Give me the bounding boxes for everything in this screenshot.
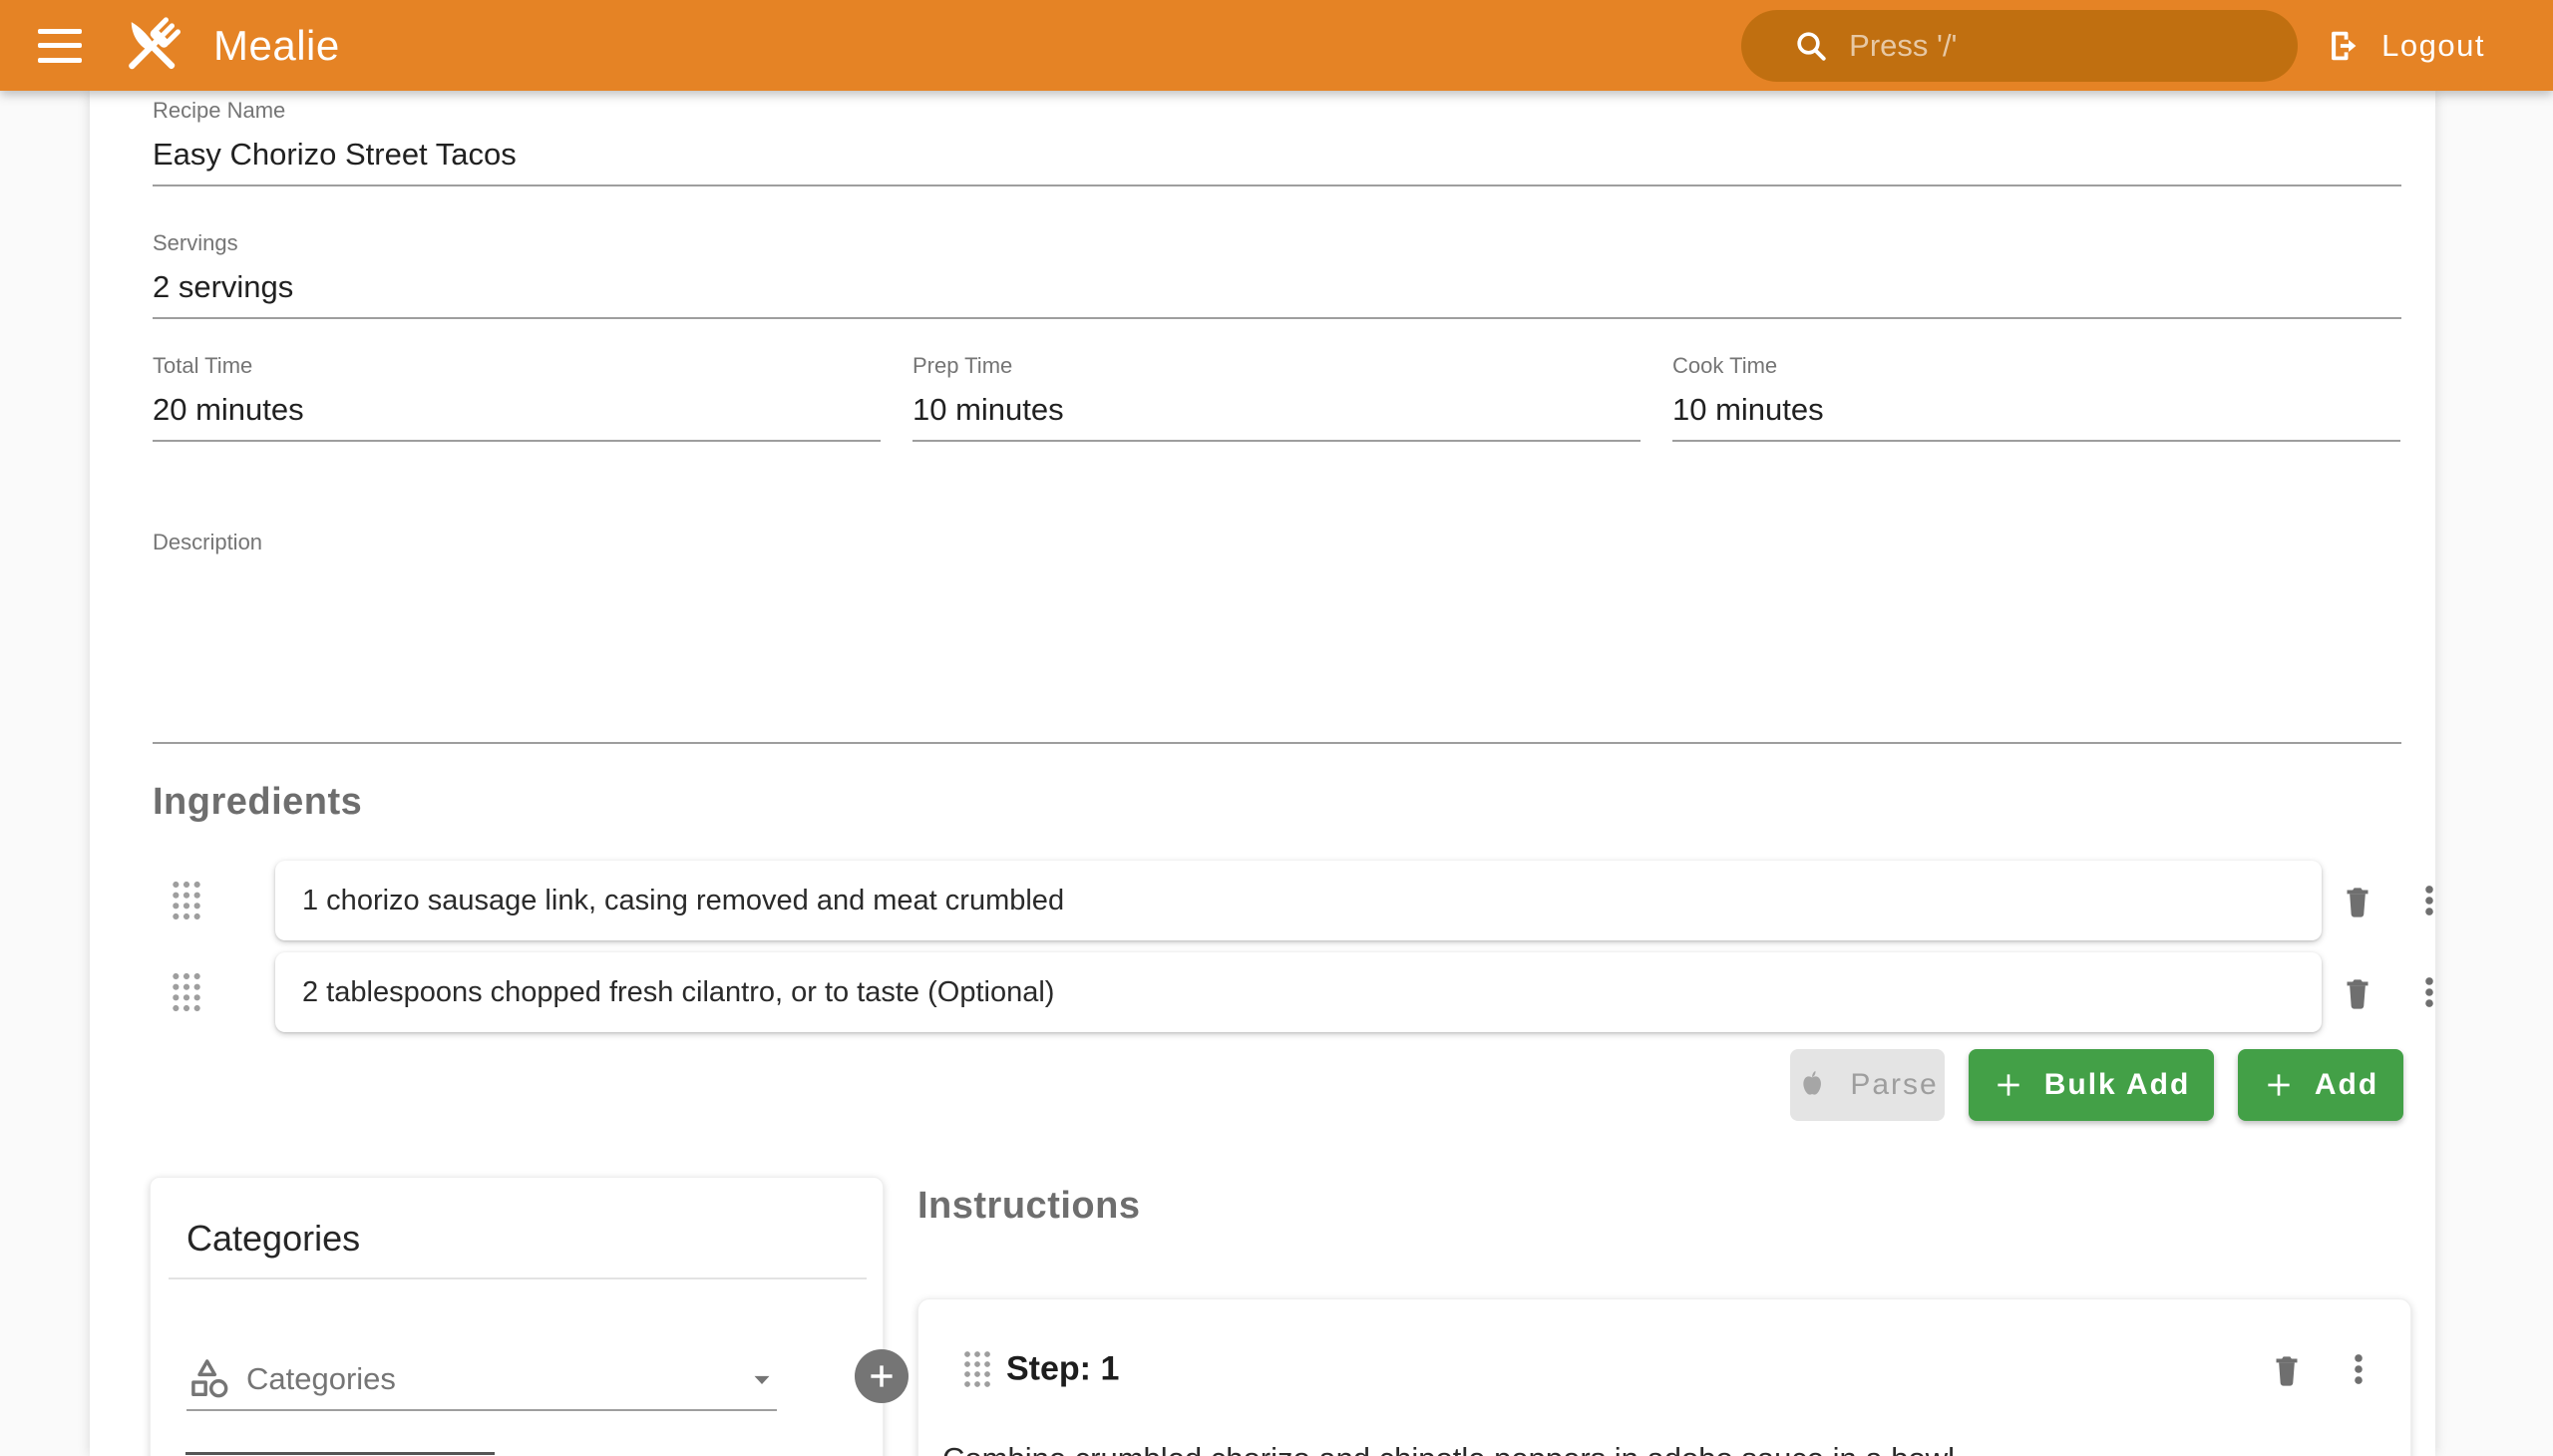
categories-select[interactable]: Categories (186, 1349, 777, 1411)
logout-label: Logout (2381, 28, 2485, 64)
total-time-input[interactable] (153, 384, 881, 442)
app-title: Mealie (213, 22, 340, 70)
recipe-name-input[interactable] (153, 129, 2401, 186)
prep-time-label: Prep Time (912, 352, 1641, 380)
servings-input[interactable] (153, 261, 2401, 319)
tags-underline (185, 1452, 495, 1455)
bulk-add-button[interactable]: Bulk Add (1969, 1049, 2214, 1121)
logout-button[interactable]: Logout (2320, 10, 2491, 82)
servings-label: Servings (153, 229, 2401, 257)
instruction-step-card: Step: 1 Combine crumbled chorizo and chi… (917, 1298, 2411, 1456)
recipe-form-card: Recipe Name Servings Total Time Prep Tim… (90, 91, 2435, 1456)
app-header: Mealie Logout (0, 0, 2553, 91)
description-textarea[interactable] (153, 560, 2401, 744)
search-icon (1791, 26, 1831, 66)
kebab-menu-icon[interactable] (2410, 973, 2448, 1011)
logout-icon (2326, 27, 2364, 65)
add-ingredient-button[interactable]: Add (2238, 1049, 2403, 1121)
menu-icon[interactable] (38, 29, 82, 63)
add-category-button[interactable] (855, 1349, 909, 1403)
ingredient-row (153, 952, 2401, 1032)
mealie-logo-icon (118, 12, 185, 80)
bulk-add-label: Bulk Add (2044, 1068, 2191, 1102)
plus-icon (867, 1361, 897, 1391)
search-input[interactable] (1849, 28, 2248, 64)
ingredient-row (153, 861, 2401, 940)
delete-icon[interactable] (2338, 881, 2377, 920)
parse-label: Parse (1850, 1068, 1938, 1102)
recipe-name-label: Recipe Name (153, 97, 2401, 125)
step-text[interactable]: Combine crumbled chorizo and chipotle pe… (942, 1438, 2386, 1456)
delete-icon[interactable] (2267, 1349, 2307, 1389)
recipe-edit-page: Mealie Logout Recipe Name Servings (0, 0, 2553, 1456)
total-time-label: Total Time (153, 352, 881, 380)
step-header: Step: 1 (918, 1337, 2410, 1401)
ingredients-heading: Ingredients (153, 781, 362, 824)
ingredient-input[interactable] (275, 976, 2322, 1009)
instructions-heading: Instructions (917, 1185, 1140, 1228)
categories-card: Categories Categories (150, 1177, 884, 1456)
add-label: Add (2315, 1068, 2378, 1102)
prep-time-input[interactable] (912, 384, 1641, 442)
parse-button[interactable]: Parse (1790, 1049, 1945, 1121)
plus-icon (1993, 1069, 2024, 1101)
delete-icon[interactable] (2338, 972, 2377, 1012)
step-title: Step: 1 (1006, 1350, 1119, 1389)
categories-select-label: Categories (246, 1361, 747, 1397)
plus-icon (2263, 1069, 2295, 1101)
drag-handle-icon[interactable] (171, 970, 202, 1014)
drag-handle-icon[interactable] (171, 879, 202, 922)
drag-handle-icon[interactable] (962, 1348, 992, 1390)
kebab-menu-icon[interactable] (2340, 1350, 2377, 1388)
cook-time-input[interactable] (1672, 384, 2400, 442)
description-label: Description (153, 529, 2401, 556)
ingredient-input[interactable] (275, 885, 2322, 917)
shapes-icon (186, 1356, 232, 1402)
divider (169, 1277, 867, 1279)
ingredient-card (275, 861, 2322, 940)
kebab-menu-icon[interactable] (2410, 882, 2448, 919)
categories-card-title: Categories (186, 1218, 360, 1260)
apple-icon (1796, 1068, 1830, 1102)
chevron-down-icon (747, 1364, 777, 1394)
ingredient-card (275, 952, 2322, 1032)
search-bar[interactable] (1741, 10, 2298, 82)
cook-time-label: Cook Time (1672, 352, 2400, 380)
